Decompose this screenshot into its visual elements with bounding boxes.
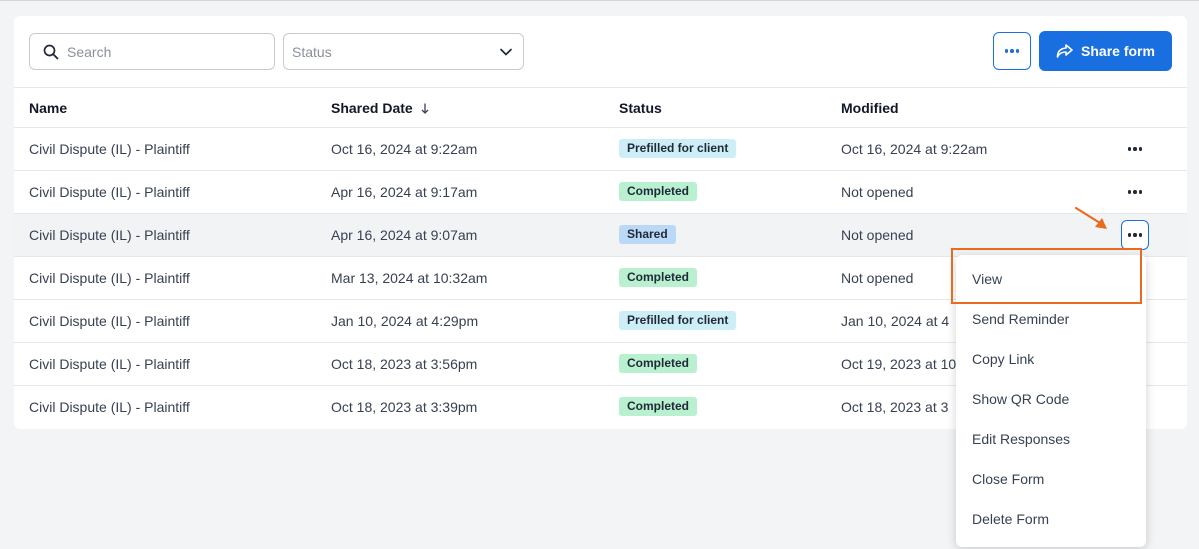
column-header-status[interactable]: Status	[619, 100, 662, 116]
status-filter-select[interactable]: Status	[283, 33, 524, 70]
menu-item-delete-form[interactable]: Delete Form	[972, 511, 1049, 527]
more-dots-icon	[1127, 190, 1143, 194]
form-name: Civil Dispute (IL) - Plaintiff	[29, 356, 190, 372]
status-badge: Completed	[619, 354, 698, 373]
shared-date: Mar 13, 2024 at 10:32am	[331, 270, 488, 286]
modified-date: Oct 19, 2023 at 10	[841, 356, 957, 372]
status-badge: Completed	[619, 397, 698, 416]
form-name: Civil Dispute (IL) - Plaintiff	[29, 270, 190, 286]
more-dots-icon	[1127, 147, 1143, 151]
more-options-button[interactable]	[993, 32, 1031, 70]
modified-date: Jan 10, 2024 at 4	[841, 313, 950, 329]
row-actions-button[interactable]	[1121, 134, 1149, 164]
toolbar: Status Share form	[14, 16, 1187, 87]
shared-date: Apr 16, 2024 at 9:07am	[331, 227, 478, 243]
share-form-button[interactable]: Share form	[1039, 31, 1172, 71]
modified-date: Not opened	[841, 227, 914, 243]
modified-date: Oct 16, 2024 at 9:22am	[841, 141, 988, 157]
more-dots-icon	[1127, 233, 1143, 237]
menu-item-show-qr-code[interactable]: Show QR Code	[972, 391, 1069, 407]
search-field[interactable]	[29, 33, 275, 70]
table-row[interactable]: Civil Dispute (IL) - Plaintiff Oct 16, 2…	[14, 128, 1187, 171]
shared-date: Apr 16, 2024 at 9:17am	[331, 184, 478, 200]
search-input[interactable]	[67, 43, 247, 60]
share-arrow-icon	[1056, 44, 1073, 58]
row-actions-button[interactable]	[1121, 220, 1149, 250]
table-row[interactable]: Civil Dispute (IL) - Plaintiff Apr 16, 2…	[14, 171, 1187, 214]
menu-item-copy-link[interactable]: Copy Link	[972, 351, 1034, 367]
column-header-name[interactable]: Name	[29, 100, 67, 116]
form-name: Civil Dispute (IL) - Plaintiff	[29, 141, 190, 157]
sort-down-arrow-icon	[421, 103, 429, 114]
status-badge: Prefilled for client	[619, 139, 737, 158]
column-header-shared-date[interactable]: Shared Date	[331, 100, 429, 116]
status-badge: Shared	[619, 225, 676, 244]
modified-date: Oct 18, 2023 at 3	[841, 399, 949, 415]
modified-date: Not opened	[841, 184, 914, 200]
shared-date: Oct 18, 2023 at 3:39pm	[331, 399, 478, 415]
form-name: Civil Dispute (IL) - Plaintiff	[29, 184, 190, 200]
shared-date-label: Shared Date	[331, 100, 413, 116]
form-name: Civil Dispute (IL) - Plaintiff	[29, 227, 190, 243]
chevron-down-icon	[500, 48, 512, 55]
more-dots-icon	[1004, 49, 1020, 53]
share-form-label: Share form	[1081, 43, 1155, 59]
shared-date: Jan 10, 2024 at 4:29pm	[331, 313, 479, 329]
form-name: Civil Dispute (IL) - Plaintiff	[29, 313, 190, 329]
menu-item-edit-responses[interactable]: Edit Responses	[972, 431, 1070, 447]
status-badge: Prefilled for client	[619, 311, 737, 330]
modified-date: Not opened	[841, 270, 914, 286]
form-name: Civil Dispute (IL) - Plaintiff	[29, 399, 190, 415]
annotation-arrow-icon	[1074, 206, 1107, 229]
menu-item-close-form[interactable]: Close Form	[972, 471, 1044, 487]
top-divider	[0, 0, 1199, 1]
shared-date: Oct 18, 2023 at 3:56pm	[331, 356, 478, 372]
status-badge: Completed	[619, 182, 698, 201]
view-highlight-outline	[951, 248, 1142, 304]
row-actions-button[interactable]	[1121, 177, 1149, 207]
status-select-placeholder: Status	[292, 43, 332, 60]
column-header-modified[interactable]: Modified	[841, 100, 899, 116]
search-icon	[43, 44, 59, 59]
table-header: Name Shared Date Status Modified	[14, 87, 1187, 128]
shared-date: Oct 16, 2024 at 9:22am	[331, 141, 478, 157]
menu-item-send-reminder[interactable]: Send Reminder	[972, 311, 1069, 327]
status-badge: Completed	[619, 268, 698, 287]
